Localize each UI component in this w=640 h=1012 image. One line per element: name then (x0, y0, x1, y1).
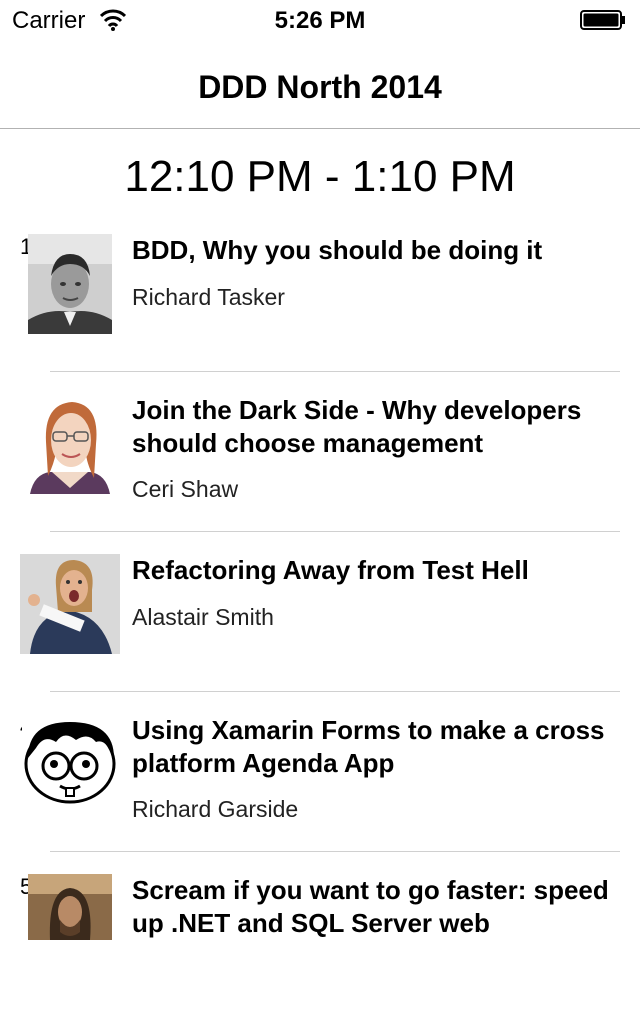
session-row-4[interactable]: 4 Using Xamarin Forms to make a cross pl… (0, 692, 640, 852)
speaker-photo (20, 392, 120, 494)
session-row-2[interactable]: 2 Join the Dark Side - Why developers sh… (0, 372, 640, 532)
nav-bar: DDD North 2014 (0, 40, 640, 129)
session-title: Using Xamarin Forms to make a cross plat… (132, 715, 605, 778)
session-row-5[interactable]: 5 Scream if you want to go faster: speed… (0, 852, 640, 1012)
session-title: Join the Dark Side - Why developers shou… (132, 395, 582, 458)
session-speaker: Richard Tasker (132, 284, 285, 310)
time-slot-header: 12:10 PM - 1:10 PM (124, 152, 516, 201)
battery-icon (580, 10, 625, 30)
speaker-photo (28, 874, 112, 940)
speaker-photo (28, 234, 112, 334)
session-title: Scream if you want to go faster: speed u… (132, 875, 609, 938)
session-speaker: Alastair Smith (132, 604, 274, 630)
status-bar: Carrier 5:26 PM (0, 0, 640, 40)
session-row-3[interactable]: 3 Refactoring Away from Test Hell Alasta… (0, 532, 640, 692)
status-time: 5:26 PM (274, 7, 366, 34)
session-title: BDD, Why you should be doing it (132, 235, 543, 265)
speaker-photo (20, 554, 120, 654)
session-title: Refactoring Away from Test Hell (132, 555, 529, 585)
speaker-photo (22, 714, 120, 806)
page-title: DDD North 2014 (198, 69, 442, 105)
session-row-1[interactable]: 1 BDD, Why you should be doing it Richar… (0, 212, 640, 372)
sessions-list: 1 BDD, Why you should be doing it Richar… (0, 212, 640, 1012)
session-speaker: Richard Garside (132, 796, 299, 822)
session-speaker: Ceri Shaw (132, 476, 239, 502)
